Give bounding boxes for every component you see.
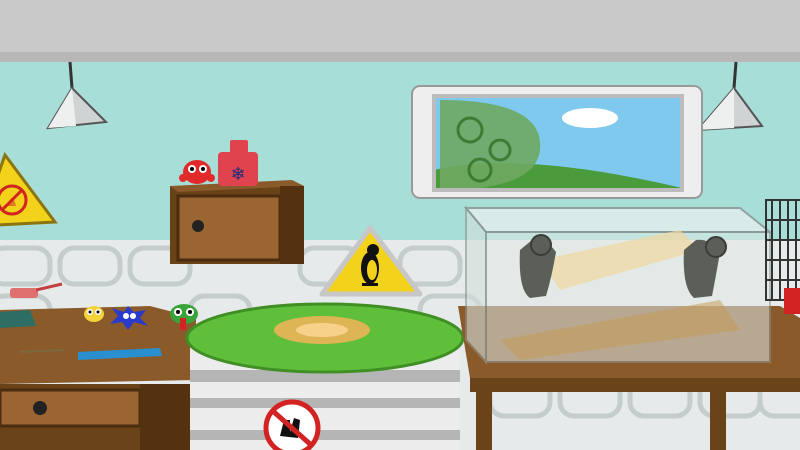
svg-text:❄: ❄ (230, 164, 245, 185)
wall-cabinet[interactable] (170, 180, 304, 264)
glass-tank[interactable] (463, 205, 773, 365)
book[interactable] (0, 310, 36, 328)
scene-canvas: ❄ (0, 0, 800, 450)
yellow-creature[interactable] (84, 306, 104, 322)
game-scene: ❄ (0, 0, 800, 450)
goo-barrel[interactable] (185, 302, 465, 450)
no-touch-sign (263, 399, 321, 450)
ceiling-edge (0, 52, 800, 62)
left-desk[interactable] (0, 306, 196, 450)
window[interactable] (411, 85, 703, 199)
